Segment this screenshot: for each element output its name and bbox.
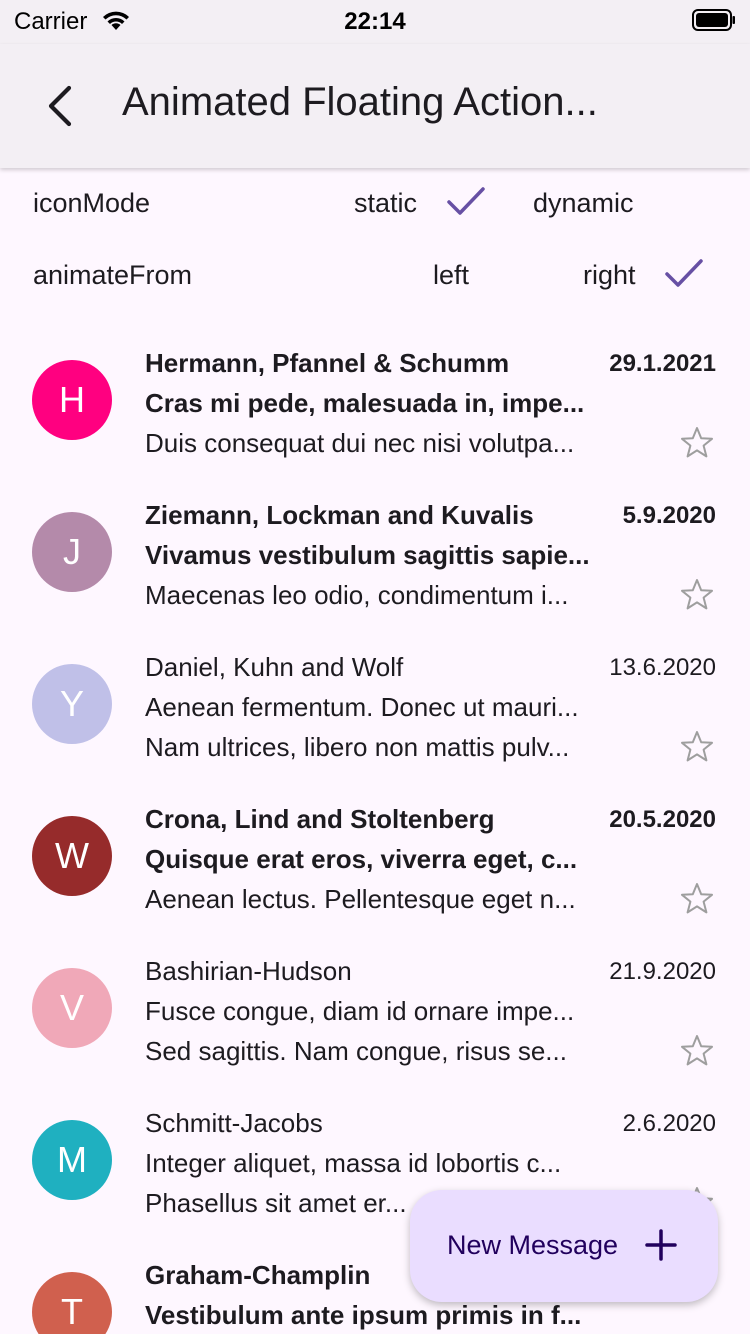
message-preview: Duis consequat dui nec nisi volutpa... [145,428,575,458]
avatar: H [32,360,112,440]
icon-mode-row: iconMode static dynamic [0,168,750,240]
message-preview: Aenean lectus. Pellentesque eget n... [145,884,576,914]
plus-icon [645,1229,677,1261]
battery-icon [692,9,735,31]
message-date: 20.5.2020 [609,806,716,833]
message-date: 2.6.2020 [622,1110,716,1137]
message-list-item[interactable]: H Hermann, Pfannel & Schumm 29.1.2021 Cr… [0,328,750,480]
message-list-item[interactable]: Y Daniel, Kuhn and Wolf 13.6.2020 Aenean… [0,632,750,784]
message-date: 13.6.2020 [609,654,716,681]
fab-label: New Message [447,1230,619,1260]
message-subject: Quisque erat eros, viverra eget, c... [145,844,578,874]
sender-name: Schmitt-Jacobs [145,1108,323,1138]
avatar: W [32,816,112,896]
star-icon[interactable] [680,426,714,460]
message-preview: Nam ultrices, libero non mattis pulv... [145,732,570,762]
star-icon[interactable] [680,882,714,916]
message-subject: Integer aliquet, massa id lobortis c... [145,1148,562,1178]
star-icon[interactable] [680,730,714,764]
avatar: J [32,512,112,592]
message-list-item[interactable]: W Crona, Lind and Stoltenberg 20.5.2020 … [0,784,750,936]
sender-name: Bashirian-Hudson [145,956,352,986]
icon-mode-label: iconMode [33,188,151,218]
avatar: T [32,1272,112,1334]
icon-mode-dynamic-option[interactable]: dynamic [533,188,634,219]
animate-from-label: animateFrom [33,260,193,290]
check-icon [665,259,703,287]
sender-name: Crona, Lind and Stoltenberg [145,804,495,834]
message-list-item[interactable]: V Bashirian-Hudson 21.9.2020 Fusce congu… [0,936,750,1088]
message-preview: Sed sagittis. Nam congue, risus se... [145,1036,567,1066]
clock: 22:14 [344,8,406,35]
animate-from-row: animateFrom left right [0,240,750,312]
avatar: V [32,968,112,1048]
status-bar: Carrier 22:14 [0,0,750,44]
message-date: 29.1.2021 [609,350,716,377]
star-icon[interactable] [680,578,714,612]
sender-name: Daniel, Kuhn and Wolf [145,652,404,682]
message-list-item[interactable]: J Ziemann, Lockman and Kuvalis 5.9.2020 … [0,480,750,632]
message-date: 5.9.2020 [622,502,716,529]
page-title: Animated Floating Action... [122,80,598,124]
sender-name: Hermann, Pfannel & Schumm [145,348,510,378]
message-subject: Aenean fermentum. Donec ut mauri... [145,692,579,722]
animate-from-left-option[interactable]: left [433,260,469,291]
message-date: 21.9.2020 [609,958,716,985]
message-preview: Maecenas leo odio, condimentum i... [145,580,569,610]
message-subject: Fusce congue, diam id ornare impe... [145,996,575,1026]
back-arrow-icon[interactable] [38,82,86,130]
message-subject: Cras mi pede, malesuada in, impe... [145,388,585,418]
star-icon[interactable] [680,1034,714,1068]
icon-mode-static-option[interactable]: static [354,188,417,219]
message-subject: Vivamus vestibulum sagittis sapie... [145,540,590,570]
sender-name: Ziemann, Lockman and Kuvalis [145,500,534,530]
avatar: M [32,1120,112,1200]
check-icon [447,187,485,215]
app-bar: Animated Floating Action... [0,44,750,168]
animate-from-right-option[interactable]: right [583,260,636,291]
message-subject: Vestibulum ante ipsum primis in f... [145,1300,582,1330]
new-message-fab[interactable]: New Message [410,1190,718,1302]
avatar: Y [32,664,112,744]
